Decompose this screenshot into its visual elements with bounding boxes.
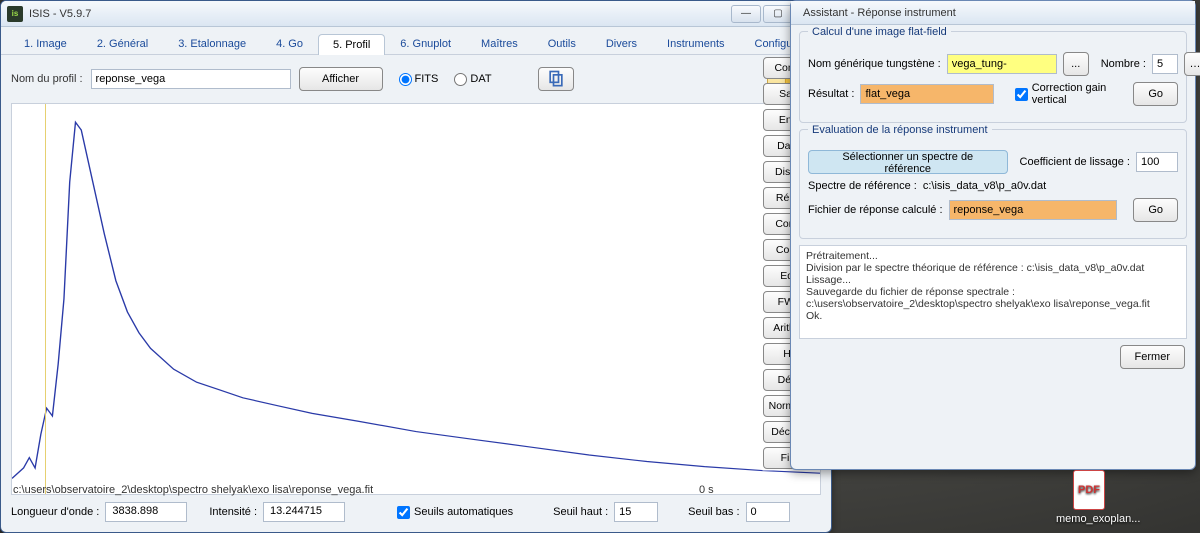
resultat-label: Résultat : [808,88,854,100]
profile-name-label: Nom du profil : [11,73,83,85]
isis-title: ISIS - V5.9.7 [29,8,729,20]
intensity-label: Intensité : [209,506,257,518]
radio-dat[interactable]: DAT [454,73,491,86]
select-reference-button[interactable]: Sélectionner un spectre de référence [808,150,1008,174]
auto-thresholds-label: Seuils automatiques [414,506,513,518]
tab-outils[interactable]: Outils [533,33,591,54]
radio-fits-label: FITS [415,73,439,85]
profile-plot[interactable] [11,103,821,495]
resultat-input[interactable] [860,84,994,104]
seuil-haut-label: Seuil haut : [553,506,608,518]
isis-main-window: is ISIS - V5.9.7 — ▢ ✕ 1. Image 2. Génér… [0,0,832,533]
correction-gain-label: Correction gain vertical [1032,82,1122,106]
isis-app-icon: is [7,6,23,22]
ref-value: c:\isis_data_v8\p_a0v.dat [923,180,1046,192]
desktop-pdf-icon[interactable]: PDF memo_exoplan... [1056,470,1122,525]
radio-fits[interactable]: FITS [399,73,439,86]
profile-name-input[interactable] [91,69,291,89]
radio-dat-label: DAT [470,73,491,85]
elapsed-time: 0 s [699,484,819,496]
tab-strip: 1. Image 2. Général 3. Etalonnage 4. Go … [1,27,831,55]
tab-instruments[interactable]: Instruments [652,33,739,54]
tab-image[interactable]: 1. Image [9,33,82,54]
tungstene-label: Nom générique tungstène : [808,58,941,70]
ref-label: Spectre de référence : [808,180,917,192]
tab-divers[interactable]: Divers [591,33,652,54]
tab-general[interactable]: 2. Général [82,33,163,54]
isis-footer: c:\users\observatoire_2\desktop\spectro … [11,482,821,528]
intensity-value: 13.244715 [263,502,345,522]
copy-icon [546,69,566,89]
flat-go-button[interactable]: Go [1133,82,1178,106]
wavelength-value: 3838.898 [105,502,187,522]
seuil-bas-label: Seuil bas : [688,506,739,518]
file-label: Fichier de réponse calculé : [808,204,943,216]
tab-profil[interactable]: 5. Profil [318,34,385,55]
seuil-haut-input[interactable] [614,502,658,522]
assistant-title: Assistant - Réponse instrument [797,7,1189,19]
flat-section: Calcul d'une image flat-field Nom généri… [799,31,1187,123]
profile-bar: Nom du profil : Afficher FITS DAT [1,55,831,103]
copy-button[interactable] [538,67,574,91]
tab-go[interactable]: 4. Go [261,33,318,54]
pdf-icon: PDF [1073,470,1105,510]
file-input[interactable] [949,200,1117,220]
coef-input[interactable] [1136,152,1178,172]
nombre-browse-button[interactable]: … [1184,52,1200,76]
log-output[interactable]: Prétraitement... Division par le spectre… [799,245,1187,339]
afficher-button[interactable]: Afficher [299,67,383,91]
profile-curve [12,104,820,494]
auto-thresholds-checkbox[interactable]: Seuils automatiques [397,506,513,519]
coef-label: Coefficient de lissage : [1020,156,1130,168]
minimize-button[interactable]: — [731,5,761,23]
nombre-label: Nombre : [1101,58,1146,70]
wavelength-label: Longueur d'onde : [11,506,99,518]
browse-button[interactable]: ... [1063,52,1089,76]
file-path: c:\users\observatoire_2\desktop\spectro … [13,484,699,496]
isis-titlebar: is ISIS - V5.9.7 — ▢ ✕ [1,1,831,27]
maximize-button[interactable]: ▢ [763,5,793,23]
tab-gnuplot[interactable]: 6. Gnuplot [385,33,466,54]
seuil-bas-input[interactable] [746,502,790,522]
assistant-titlebar: Assistant - Réponse instrument [791,1,1195,25]
flat-section-title: Calcul d'une image flat-field [808,26,951,38]
tab-maitres[interactable]: Maîtres [466,33,533,54]
eval-section-title: Evaluation de la réponse instrument [808,124,992,136]
assistant-window: Assistant - Réponse instrument Calcul d'… [790,0,1196,470]
nombre-input[interactable] [1152,54,1178,74]
desktop-pdf-label: memo_exoplan... [1056,513,1122,525]
tab-etalonnage[interactable]: 3. Etalonnage [163,33,261,54]
tungstene-input[interactable] [947,54,1057,74]
eval-section: Evaluation de la réponse instrument Séle… [799,129,1187,239]
correction-gain-checkbox[interactable]: Correction gain vertical [1015,82,1122,106]
cursor-line [45,104,46,494]
eval-go-button[interactable]: Go [1133,198,1178,222]
fermer-button[interactable]: Fermer [1120,345,1185,369]
